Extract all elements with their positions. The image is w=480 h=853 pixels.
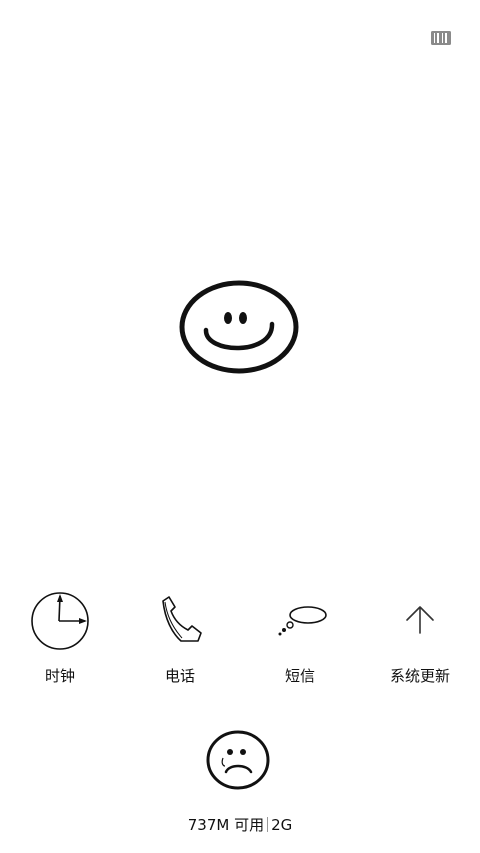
app-phone-label: 电话 xyxy=(164,667,195,685)
thought-bubble-icon xyxy=(278,606,327,636)
phone-icon xyxy=(162,596,202,642)
barcode-icon xyxy=(431,31,451,45)
app-sms-label: 短信 xyxy=(284,667,315,685)
smiley-face-icon xyxy=(179,280,299,374)
sad-face-icon xyxy=(206,730,270,790)
app-phone[interactable]: 电话 xyxy=(120,585,240,695)
clock-icon xyxy=(31,592,89,650)
memory-total: 2G xyxy=(271,816,293,834)
app-row: 时钟 电话 短信 系统更新 xyxy=(0,585,480,695)
app-clock[interactable]: 时钟 xyxy=(0,585,120,695)
app-system-update[interactable]: 系统更新 xyxy=(360,585,480,695)
cleanup-button[interactable] xyxy=(203,728,273,792)
top-right-menu-button[interactable] xyxy=(431,30,451,46)
smiley-face xyxy=(178,278,300,376)
up-arrow-icon xyxy=(406,606,434,634)
app-clock-label: 时钟 xyxy=(44,667,75,685)
memory-available: 737M 可用 xyxy=(187,816,265,834)
app-sms[interactable]: 短信 xyxy=(240,585,360,695)
app-system-update-label: 系统更新 xyxy=(389,667,450,685)
memory-separator xyxy=(267,817,269,832)
memory-status: 737M 可用 2G xyxy=(0,816,480,834)
